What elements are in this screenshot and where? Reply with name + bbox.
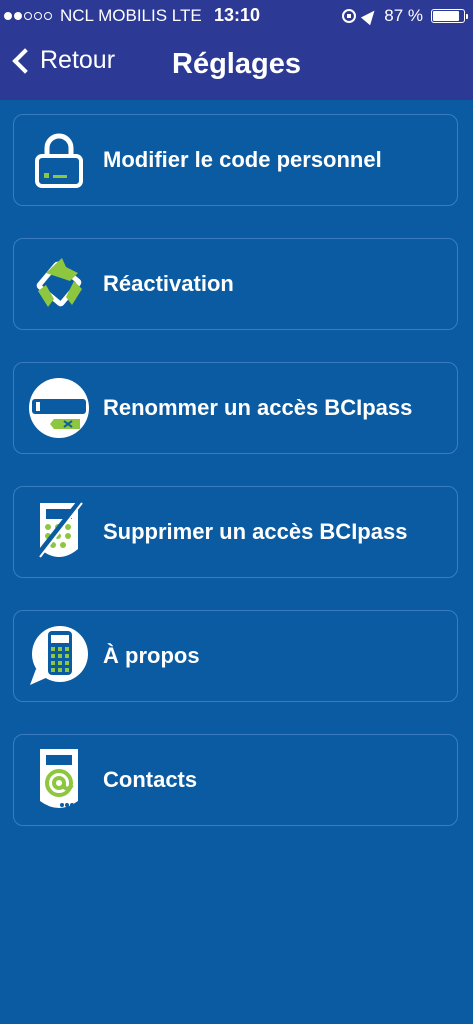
status-time: 13:10: [214, 5, 261, 25]
battery-percent: 87 %: [384, 6, 423, 25]
carrier-label: NCL MOBILIS LTE: [60, 6, 202, 25]
location-arrow-icon: [361, 6, 380, 26]
menu-item-about[interactable]: À propos: [13, 610, 458, 702]
menu-item-contacts[interactable]: Contacts: [13, 734, 458, 826]
menu-item-label: Renommer un accès BCIpass: [103, 395, 413, 420]
menu-item-reactivation[interactable]: Réactivation: [13, 238, 458, 330]
menu-item-label: Réactivation: [103, 271, 234, 296]
contact-icon: [40, 749, 79, 808]
menu-item-delete[interactable]: Supprimer un accès BCIpass: [13, 486, 458, 578]
status-bar: NCL MOBILIS LTE 13:10 87 %: [0, 0, 473, 36]
nav-bar: Retour Réglages: [0, 36, 473, 100]
signal-strength-icon: [4, 12, 52, 20]
menu-item-label: Contacts: [103, 767, 198, 792]
menu-item-label: Supprimer un accès BCIpass: [103, 519, 408, 544]
status-icons: 87 %: [342, 6, 468, 26]
page-title: Réglages: [172, 48, 301, 80]
menu-item-change-pin[interactable]: Modifier le code personnel: [13, 114, 458, 206]
rotation-lock-icon: [342, 9, 357, 23]
padlock-icon: [35, 133, 83, 188]
settings-menu: Modifier le code personnel Réactivation …: [13, 114, 458, 858]
battery-icon: [431, 9, 468, 23]
delete-device-icon: [34, 499, 83, 559]
menu-item-label: À propos: [103, 643, 200, 668]
menu-item-rename[interactable]: Renommer un accès BCIpass: [13, 362, 458, 454]
refresh-icon: [36, 258, 82, 307]
menu-item-label: Modifier le code personnel: [103, 147, 382, 172]
rename-icon: [29, 378, 89, 438]
info-device-icon: [30, 626, 88, 685]
